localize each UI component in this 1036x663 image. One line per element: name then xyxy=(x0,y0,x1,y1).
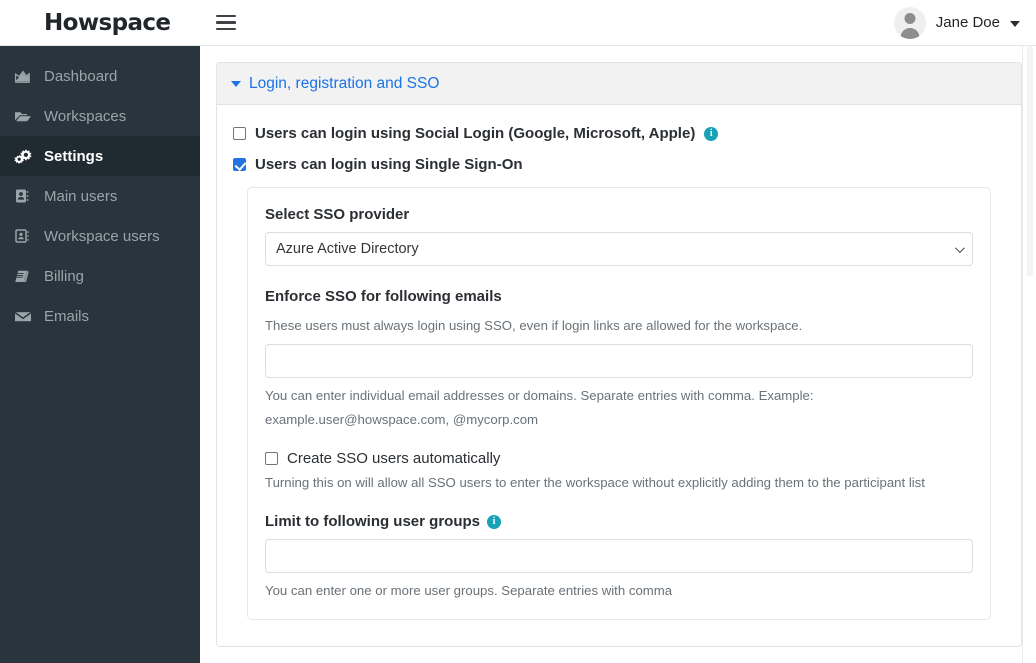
enforce-emails-help-line-2: example.user@howspace.com, @mycorp.com xyxy=(265,412,539,427)
social-login-label: Users can login using Social Login (Goog… xyxy=(255,125,696,142)
user-groups-label-text: Limit to following user groups xyxy=(265,513,480,530)
sidebar-item-label: Main users xyxy=(44,187,118,205)
enforce-emails-description: These users must always login using SSO,… xyxy=(265,318,803,333)
sso-config-card: Select SSO provider Azure Active Directo… xyxy=(247,187,991,620)
app-window: Howspace Jane Doe Dashboard Workspaces S… xyxy=(0,0,1036,663)
top-bar: Howspace Jane Doe xyxy=(0,0,1036,46)
settings-panel-login-sso: Login, registration and SSO Users can lo… xyxy=(216,62,1022,647)
social-login-row: Users can login using Social Login (Goog… xyxy=(233,125,1005,142)
single-sign-on-checkbox[interactable] xyxy=(233,158,246,171)
enforce-emails-label: Enforce SSO for following emails xyxy=(265,288,973,305)
user-groups-input[interactable] xyxy=(265,539,973,573)
panel-body: Users can login using Social Login (Goog… xyxy=(217,105,1021,646)
main-content: Login, registration and SSO Users can lo… xyxy=(200,46,1036,663)
address-book-icon xyxy=(14,188,40,204)
social-login-checkbox[interactable] xyxy=(233,127,246,140)
user-groups-label: Limit to following user groups i xyxy=(265,513,973,530)
sidebar-item-label: Emails xyxy=(44,307,90,325)
sidebar-item-workspaces[interactable]: Workspaces xyxy=(0,96,200,136)
user-groups-help: You can enter one or more user groups. S… xyxy=(265,583,673,598)
hamburger-bar xyxy=(216,21,236,24)
info-circle-icon[interactable]: i xyxy=(704,126,719,141)
brand-logo[interactable]: Howspace xyxy=(0,10,200,36)
single-sign-on-row: Users can login using Single Sign-On xyxy=(233,156,1005,173)
sso-provider-label: Select SSO provider xyxy=(265,206,973,223)
area-chart-icon xyxy=(14,69,40,84)
vertical-scrollbar[interactable] xyxy=(1022,46,1036,663)
sidebar-item-dashboard[interactable]: Dashboard xyxy=(0,56,200,96)
enforce-emails-label-text: Enforce SSO for following emails xyxy=(265,288,502,305)
panel-header-toggle[interactable]: Login, registration and SSO xyxy=(217,63,1021,105)
create-sso-users-label: Create SSO users automatically xyxy=(287,450,501,467)
single-sign-on-label: Users can login using Single Sign-On xyxy=(255,156,523,173)
sidebar-item-label: Billing xyxy=(44,267,85,285)
enforce-emails-help-line-1: You can enter individual email addresses… xyxy=(265,388,814,403)
caret-down-icon[interactable] xyxy=(1010,20,1020,27)
user-avatar-icon xyxy=(893,6,926,39)
avatar-head xyxy=(904,12,916,24)
sidebar-item-settings[interactable]: Settings xyxy=(0,136,200,176)
create-sso-users-row: Create SSO users automatically xyxy=(265,450,973,467)
sidebar-item-billing[interactable]: Billing xyxy=(0,256,200,296)
create-sso-users-checkbox[interactable] xyxy=(265,452,278,465)
hamburger-bar xyxy=(216,27,236,31)
sidebar-item-label: Settings xyxy=(44,147,104,165)
folder-open-icon xyxy=(14,109,40,124)
sso-provider-select[interactable]: Azure Active Directory xyxy=(265,232,973,266)
user-name: Jane Doe xyxy=(935,14,1000,31)
sso-provider-label-text: Select SSO provider xyxy=(265,206,410,223)
enforce-emails-input[interactable] xyxy=(265,344,973,378)
create-sso-users-description: Turning this on will allow all SSO users… xyxy=(265,475,925,490)
hamburger-bar xyxy=(216,14,236,18)
gears-icon xyxy=(14,148,40,164)
sso-provider-selected-value: Azure Active Directory xyxy=(276,241,419,257)
sidebar-item-workspace-users[interactable]: Workspace users xyxy=(0,216,200,256)
sidebar-item-label: Workspaces xyxy=(44,107,127,125)
address-card-icon xyxy=(14,228,40,244)
sidebar-item-label: Dashboard xyxy=(44,67,118,85)
sidebar-item-label: Workspace users xyxy=(44,227,160,245)
hamburger-icon[interactable] xyxy=(212,9,240,37)
info-circle-icon[interactable]: i xyxy=(487,514,501,529)
chevron-down-icon xyxy=(954,242,965,253)
user-menu[interactable]: Jane Doe xyxy=(893,6,1036,39)
sidebar: Dashboard Workspaces Settings Main users… xyxy=(0,46,200,663)
book-icon xyxy=(14,269,40,284)
triangle-down-icon xyxy=(231,80,241,87)
sidebar-item-main-users[interactable]: Main users xyxy=(0,176,200,216)
envelope-icon xyxy=(14,310,40,323)
sidebar-item-emails[interactable]: Emails xyxy=(0,296,200,336)
avatar-body xyxy=(900,27,920,39)
panel-title: Login, registration and SSO xyxy=(249,74,440,92)
